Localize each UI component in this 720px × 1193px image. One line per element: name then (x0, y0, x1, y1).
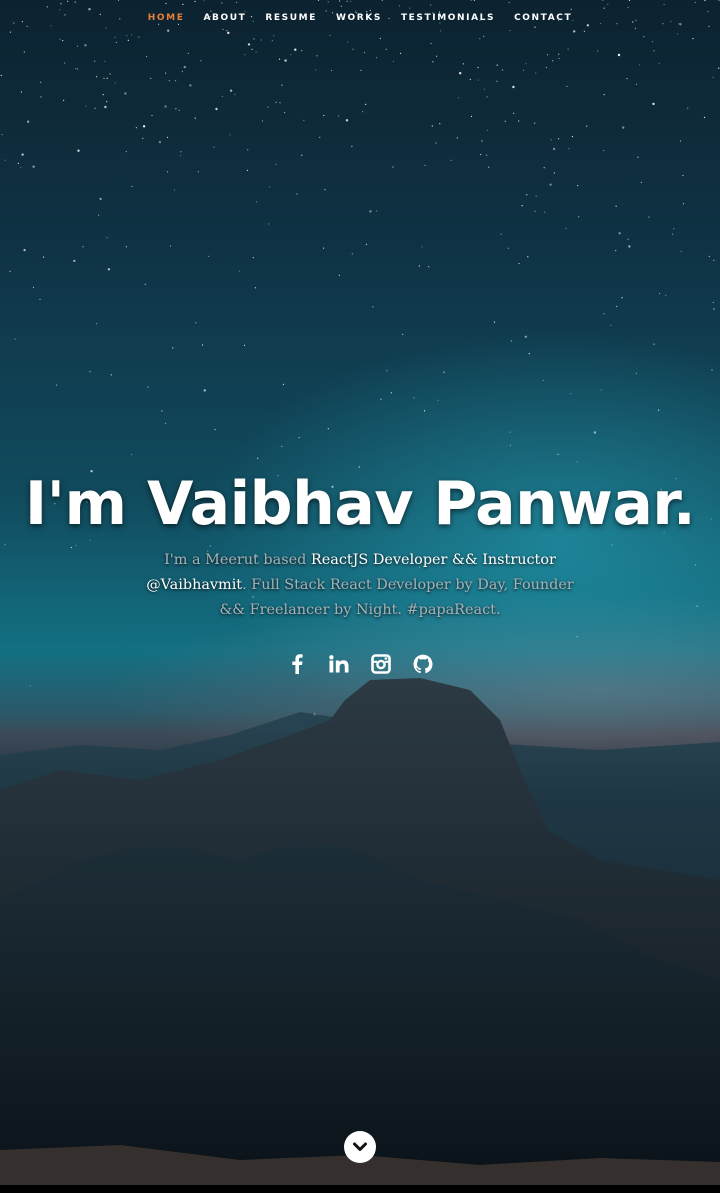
nav-works[interactable]: WORKS (336, 13, 382, 23)
nav-contact[interactable]: CONTACT (514, 13, 572, 23)
hero-section: HOME ABOUT RESUME WORKS TESTIMONIALS CON… (0, 0, 720, 1185)
linkedin-icon[interactable] (328, 653, 350, 675)
github-icon[interactable] (412, 653, 434, 675)
scroll-down-button[interactable] (344, 1131, 376, 1163)
nav-home[interactable]: HOME (148, 13, 185, 23)
nav-about[interactable]: ABOUT (203, 13, 246, 23)
nav-testimonials[interactable]: TESTIMONIALS (401, 13, 495, 23)
main-nav: HOME ABOUT RESUME WORKS TESTIMONIALS CON… (0, 0, 720, 36)
chevron-down-icon (353, 1142, 367, 1151)
social-links (0, 653, 720, 677)
desc-text-1: I'm a Meerut based (164, 552, 311, 568)
headline: I'm Vaibhav Panwar. (24, 469, 696, 539)
desc-highlight-role: ReactJS Developer && Instructor (310, 552, 556, 568)
desc-highlight-company: @Vaibhavmit (146, 577, 243, 593)
facebook-icon[interactable] (286, 653, 308, 675)
banner-description: I'm a Meerut based ReactJS Developer && … (140, 548, 580, 623)
instagram-icon[interactable] (370, 653, 392, 675)
bottom-bar (0, 1185, 720, 1193)
nav-resume[interactable]: RESUME (265, 13, 317, 23)
desc-text-2: . Full Stack React Developer by Day, Fou… (219, 577, 574, 618)
banner: I'm Vaibhav Panwar. I'm a Meerut based R… (0, 468, 720, 677)
